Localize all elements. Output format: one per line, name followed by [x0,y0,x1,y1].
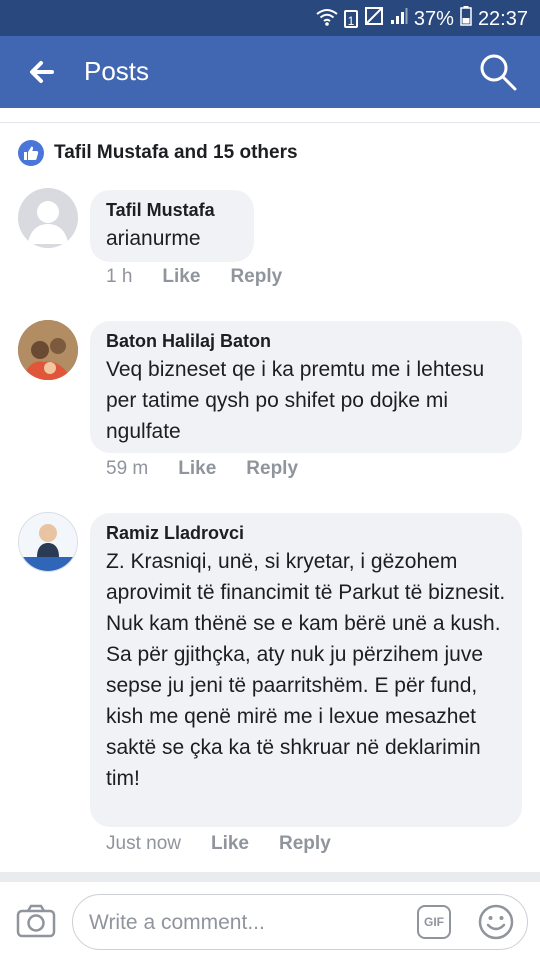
comment-text: arianurme [106,227,201,250]
battery-percent: 37% [413,7,454,30]
top-app-bar: Posts [0,36,540,108]
sim-badge: 1 [343,10,358,28]
comment-time: Just now [106,833,181,854]
comment-time: 59 m [106,458,149,479]
search-icon[interactable] [478,52,518,92]
comment-actions: 1 h Like Reply [106,266,282,288]
signal-icon [390,7,408,31]
no-sim-icon [364,6,384,32]
reply-button[interactable]: Reply [230,266,282,288]
clock: 22:37 [477,7,528,30]
like-button[interactable]: Like [178,458,216,480]
reactions-text: Tafil Mustafa and 15 others [54,142,298,163]
reply-button[interactable]: Reply [279,833,331,855]
page-title: Posts [84,56,150,86]
comment-composer: Write a comment... GIF [0,882,540,960]
battery-icon [460,6,472,32]
comment-text: Veq bizneset qe i ka premtu me i lehtesu… [106,358,485,443]
comment-bubble[interactable]: Ramiz Lladrovci Z. Krasniqi, unë, si kry… [90,513,522,827]
comment-actions: Just now Like Reply [106,833,331,855]
sticker-icon[interactable] [477,903,515,941]
camera-icon[interactable] [16,904,56,938]
thumbs-up-icon [18,140,44,166]
like-button[interactable]: Like [211,833,249,855]
reply-button[interactable]: Reply [246,458,298,480]
divider [0,872,540,882]
comment-author[interactable]: Baton Halilaj Baton [106,331,506,352]
comment-author[interactable]: Ramiz Lladrovci [106,523,506,544]
avatar[interactable] [18,512,78,572]
avatar[interactable] [18,320,78,380]
status-bar: 1 37% 22:37 [0,0,540,36]
divider [0,122,540,123]
like-button[interactable]: Like [162,266,200,288]
wifi-icon [316,8,338,31]
comment-placeholder: Write a comment... [89,911,265,934]
comment-author[interactable]: Tafil Mustafa [106,200,238,221]
comment-actions: 59 m Like Reply [106,458,298,480]
comment-bubble[interactable]: Baton Halilaj Baton Veq bizneset qe i ka… [90,321,522,453]
comment-input[interactable]: Write a comment... GIF [72,894,528,950]
comment-text: Z. Krasniqi, unë, si kryetar, i gëzohem … [106,550,506,790]
comment-time: 1 h [106,266,133,287]
comment-bubble[interactable]: Tafil Mustafa arianurme [90,190,254,262]
back-arrow-icon[interactable] [24,54,60,90]
reactions-summary[interactable]: Tafil Mustafa and 15 others [18,140,298,166]
gif-button[interactable]: GIF [417,905,451,939]
avatar[interactable] [18,188,78,248]
